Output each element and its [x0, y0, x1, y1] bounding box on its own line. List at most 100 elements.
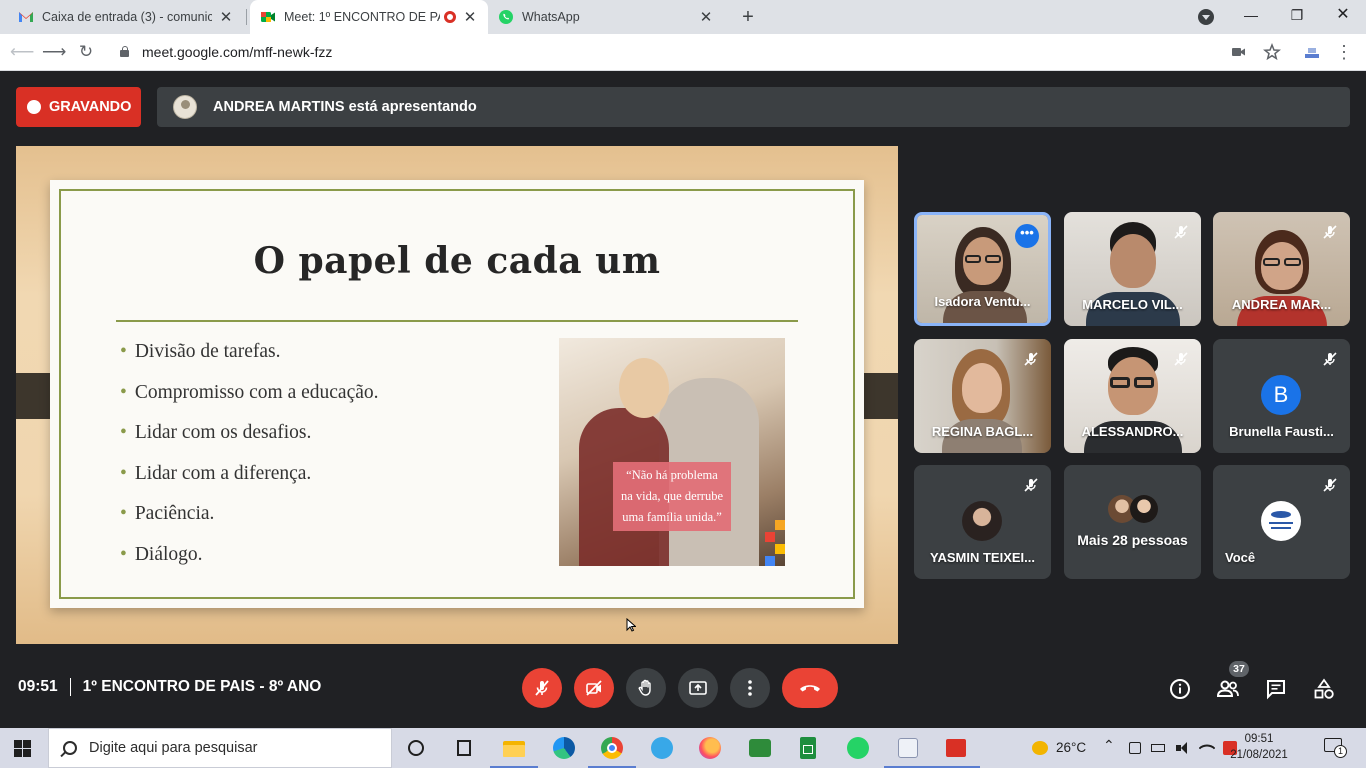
- microphone-button[interactable]: [522, 668, 562, 708]
- present-screen-button[interactable]: [678, 668, 718, 708]
- close-icon[interactable]: ✕: [218, 8, 234, 26]
- participant-name: MARCELO VIL...: [1082, 297, 1183, 312]
- people-icon: [1216, 680, 1239, 697]
- search-placeholder: Digite aqui para pesquisar: [89, 740, 258, 756]
- windows-start-icon[interactable]: [14, 740, 32, 758]
- volume-icon[interactable]: [1175, 740, 1191, 756]
- more-participants-tile[interactable]: Mais 28 pessoas: [1064, 465, 1201, 579]
- raise-hand-button[interactable]: [626, 668, 666, 708]
- presenter-banner: ANDREA MARTINS está apresentando: [157, 87, 1350, 127]
- participant-tile[interactable]: REGINA BAGL...: [914, 339, 1051, 453]
- more-vert-icon: [748, 680, 752, 696]
- self-tile[interactable]: Você: [1213, 465, 1350, 579]
- activities-button[interactable]: [1312, 677, 1336, 701]
- recording-dot-icon: [444, 11, 456, 23]
- more-options-icon[interactable]: •••: [1015, 224, 1039, 248]
- meeting-details-button[interactable]: [1168, 677, 1192, 701]
- forward-button[interactable]: ⟶: [42, 40, 66, 64]
- app-icon[interactable]: [932, 736, 980, 768]
- taskbar-search-input[interactable]: Digite aqui para pesquisar: [48, 728, 392, 768]
- tray-app-icon[interactable]: [1127, 740, 1143, 756]
- edge-icon[interactable]: [552, 736, 576, 760]
- leave-call-button[interactable]: [782, 668, 838, 708]
- app-icon[interactable]: [884, 736, 932, 768]
- chat-button[interactable]: [1264, 677, 1288, 701]
- mic-off-icon: [1024, 478, 1038, 492]
- camera-blocked-icon[interactable]: [1230, 43, 1248, 61]
- url-text[interactable]: meet.google.com/mff-newk-fzz: [142, 44, 332, 60]
- notification-count: 1: [1334, 745, 1347, 758]
- avatar: [173, 95, 197, 119]
- reload-button[interactable]: ↻: [74, 40, 98, 64]
- browser-menu-icon[interactable]: ⋮: [1332, 40, 1356, 64]
- recording-badge[interactable]: GRAVANDO: [16, 87, 141, 127]
- participant-tile[interactable]: ANDREA MAR...: [1213, 212, 1350, 326]
- new-tab-button[interactable]: +: [736, 5, 760, 29]
- lock-icon: [120, 46, 129, 57]
- mic-off-icon: [535, 680, 549, 696]
- close-window-button[interactable]: ✕: [1320, 0, 1366, 34]
- chevron-up-icon[interactable]: ⌃: [1103, 737, 1115, 754]
- mic-off-icon: [1323, 225, 1337, 239]
- meet-call: GRAVANDO ANDREA MARTINS está apresentand…: [0, 71, 1366, 728]
- tab-whatsapp[interactable]: WhatsApp ✕: [488, 0, 724, 34]
- tab-search-icon[interactable]: [1198, 9, 1214, 25]
- participant-tile[interactable]: ALESSANDRO...: [1064, 339, 1201, 453]
- participant-name: REGINA BAGL...: [931, 424, 1034, 439]
- family-photo: “Não há problema na vida, que derrube um…: [559, 338, 785, 566]
- camera-button[interactable]: [574, 668, 614, 708]
- search-icon: [63, 741, 77, 755]
- battery-icon[interactable]: [1151, 740, 1167, 756]
- participants-button[interactable]: [1216, 677, 1240, 701]
- participant-name: YASMIN TEIXEI...: [930, 550, 1035, 565]
- weather-temperature[interactable]: 26°C: [1056, 740, 1086, 755]
- tab-title: Meet: 1º ENCONTRO DE PAIS: [284, 10, 440, 24]
- whatsapp-icon[interactable]: [846, 736, 870, 760]
- restore-button[interactable]: ❐: [1274, 0, 1320, 34]
- participant-name: Brunella Fausti...: [1229, 424, 1334, 439]
- weather-icon[interactable]: [1030, 738, 1050, 758]
- notification-center-icon[interactable]: 1: [1324, 738, 1347, 758]
- tab-gmail[interactable]: Caixa de entrada (3) - comunicac ✕: [8, 0, 244, 34]
- wifi-icon[interactable]: [1198, 739, 1216, 757]
- tab-meet[interactable]: Meet: 1º ENCONTRO DE PAIS ✕: [250, 0, 488, 34]
- meeting-time: 09:51: [18, 678, 58, 695]
- task-view-icon[interactable]: [452, 736, 476, 760]
- address-bar[interactable]: meet.google.com/mff-newk-fzz: [112, 37, 1292, 67]
- participant-tile[interactable]: YASMIN TEIXEI...: [914, 465, 1051, 579]
- participant-tile[interactable]: ••• Isadora Ventu...: [914, 212, 1051, 326]
- meeting-details: 09:51 1º ENCONTRO DE PAIS - 8º ANO: [18, 678, 321, 696]
- firefox-icon[interactable]: [698, 736, 722, 760]
- slide-bullets: Divisão de tarefas. Compromisso com a ed…: [120, 340, 379, 583]
- list-item: Lidar com os desafios.: [120, 421, 379, 462]
- tab-separator: [246, 9, 247, 25]
- system-clock[interactable]: 09:51 21/08/2021: [1226, 731, 1292, 763]
- windows-taskbar: Digite aqui para pesquisar 26°C ⌃ 09:51 …: [0, 728, 1366, 768]
- participant-tile[interactable]: B Brunella Fausti...: [1213, 339, 1350, 453]
- list-item: Diálogo.: [120, 543, 379, 584]
- photo-quote: “Não há problema na vida, que derrube um…: [613, 462, 731, 531]
- tab-title: Caixa de entrada (3) - comunicac: [42, 10, 212, 24]
- more-options-button[interactable]: [730, 668, 770, 708]
- close-icon[interactable]: ✕: [698, 8, 714, 26]
- app-icon[interactable]: [748, 736, 772, 760]
- avatar: B: [1261, 375, 1301, 415]
- participant-tile[interactable]: MARCELO VIL...: [1064, 212, 1201, 326]
- avatar: [962, 501, 1002, 541]
- chrome-icon[interactable]: [588, 736, 636, 768]
- minimize-button[interactable]: —: [1228, 0, 1274, 34]
- clock-date: 21/08/2021: [1230, 749, 1288, 761]
- google-sheets-icon[interactable]: [796, 736, 820, 760]
- app-icon[interactable]: [650, 736, 674, 760]
- bookmark-star-icon[interactable]: [1263, 43, 1281, 61]
- cortana-icon[interactable]: [404, 736, 428, 760]
- file-explorer-icon[interactable]: [490, 736, 538, 768]
- meeting-title: 1º ENCONTRO DE PAIS - 8º ANO: [82, 678, 322, 695]
- list-item: Compromisso com a educação.: [120, 381, 379, 422]
- meet-icon: [261, 12, 275, 22]
- close-icon[interactable]: ✕: [462, 8, 478, 26]
- extension-icon[interactable]: [1303, 43, 1321, 61]
- back-button[interactable]: ⟵: [10, 40, 34, 64]
- mic-off-icon: [1024, 352, 1038, 366]
- color-blocks: [765, 520, 785, 566]
